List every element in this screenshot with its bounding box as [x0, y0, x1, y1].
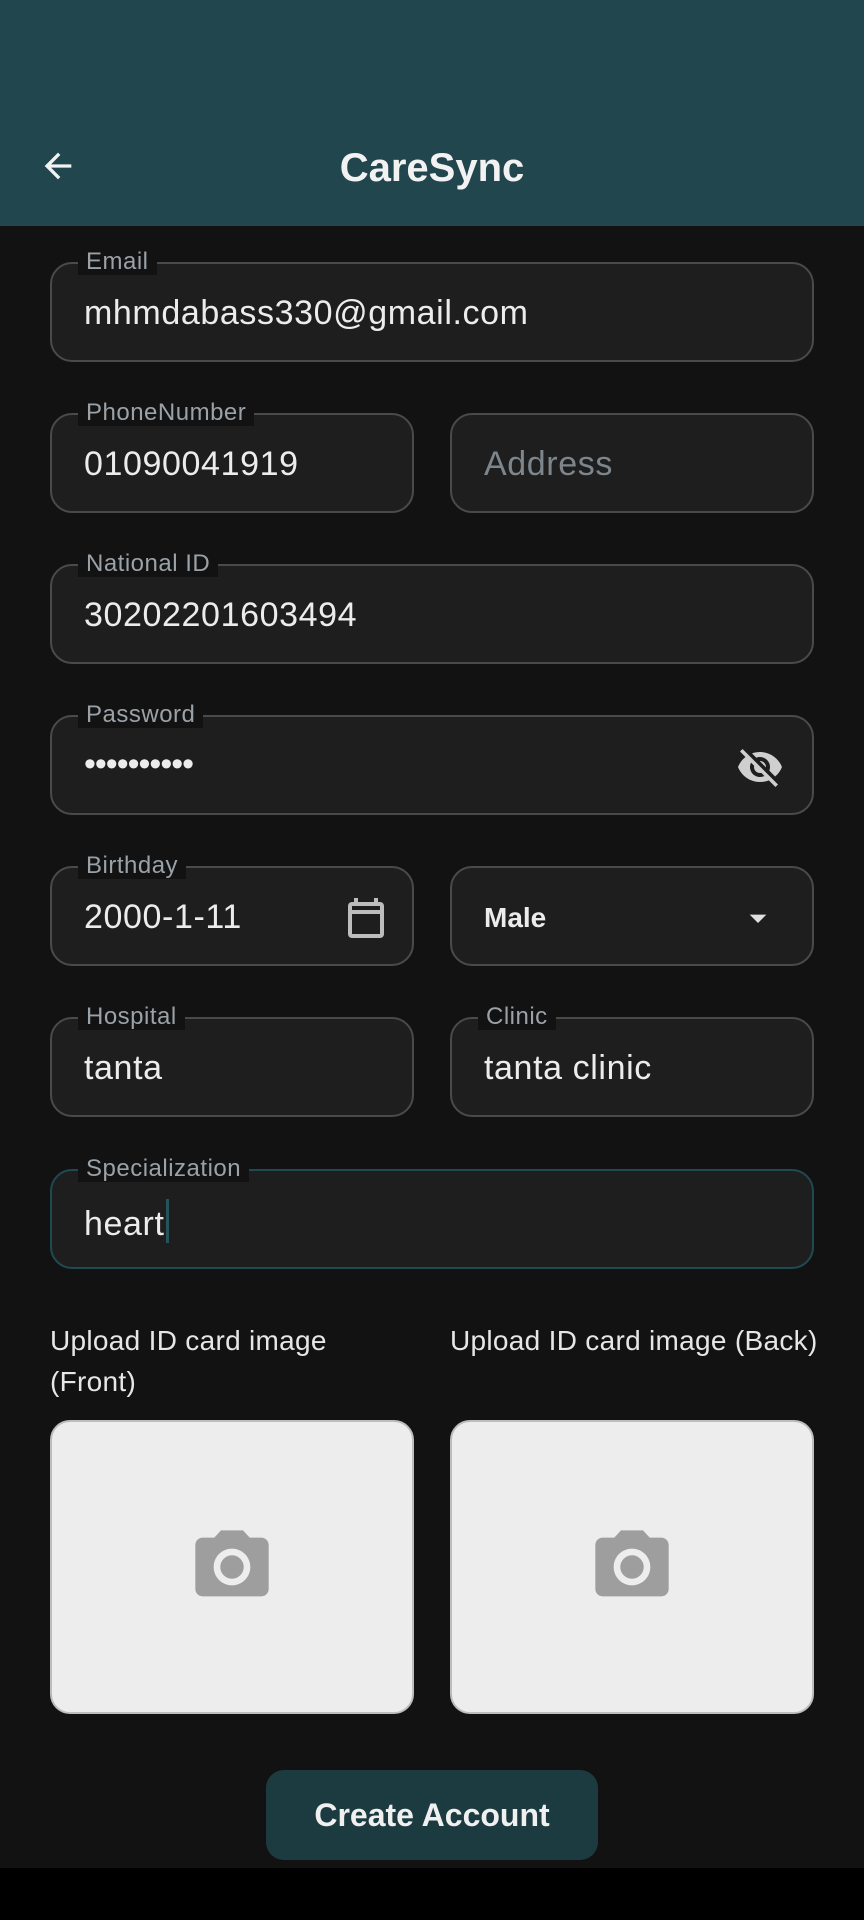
email-field[interactable]: Email mhmdabass330@gmail.com — [50, 249, 814, 362]
hospital-label: Hospital — [78, 1004, 185, 1030]
specialization-label: Specialization — [78, 1156, 250, 1182]
password-label: Password — [78, 702, 204, 728]
eye-off-icon — [738, 749, 782, 787]
upload-back-button[interactable] — [450, 1420, 814, 1714]
national-id-field[interactable]: National ID 30202201603494 — [50, 551, 814, 664]
gender-dropdown[interactable]: Male — [450, 866, 814, 966]
dropdown-arrow-icon — [749, 914, 767, 923]
camera-icon — [595, 1530, 669, 1597]
specialization-value: heart — [84, 1205, 165, 1243]
password-visibility-toggle[interactable] — [732, 739, 788, 795]
camera-icon — [195, 1530, 269, 1597]
system-nav-bar — [0, 1868, 864, 1920]
phone-value: 01090041919 — [84, 445, 299, 483]
address-field[interactable]: Address — [450, 413, 814, 513]
calendar-icon — [348, 898, 384, 938]
password-value: •••••••••• — [84, 745, 194, 783]
upload-front-button[interactable] — [50, 1420, 414, 1714]
signup-screen: CareSync Email mhmdabass330@gmail.com Ph… — [0, 0, 864, 1920]
text-cursor — [165, 1199, 169, 1243]
hospital-field[interactable]: Hospital tanta — [50, 1004, 414, 1117]
dropdown-arrow — [730, 890, 786, 946]
national-id-value: 30202201603494 — [84, 596, 358, 634]
app-bar: CareSync — [0, 0, 864, 226]
address-placeholder: Address — [484, 445, 613, 483]
password-field[interactable]: Password •••••••••• — [50, 702, 814, 815]
clinic-label: Clinic — [478, 1004, 556, 1030]
app-title: CareSync — [339, 146, 525, 190]
create-account-button[interactable]: Create Account — [266, 1770, 598, 1860]
birthday-field[interactable]: Birthday 2000-1-11 — [50, 853, 414, 966]
gender-selected-value: Male — [484, 902, 547, 933]
birthday-label: Birthday — [78, 853, 187, 879]
upload-back-label: Upload ID card image (Back) — [450, 1325, 818, 1356]
specialization-input: heart — [84, 1199, 169, 1245]
phone-label: PhoneNumber — [78, 400, 255, 426]
email-value: mhmdabass330@gmail.com — [84, 294, 529, 332]
birthday-value: 2000-1-11 — [84, 898, 242, 936]
upload-front-label: Upload ID card image (Front) — [50, 1325, 327, 1397]
specialization-field[interactable]: Specialization heart — [50, 1156, 814, 1269]
phone-field[interactable]: PhoneNumber 01090041919 — [50, 400, 414, 513]
date-picker-button[interactable] — [338, 890, 394, 946]
clinic-value: tanta clinic — [484, 1049, 652, 1087]
email-label: Email — [78, 249, 157, 275]
hospital-value: tanta — [84, 1049, 163, 1087]
clinic-field[interactable]: Clinic tanta clinic — [450, 1004, 814, 1117]
national-id-label: National ID — [78, 551, 219, 577]
